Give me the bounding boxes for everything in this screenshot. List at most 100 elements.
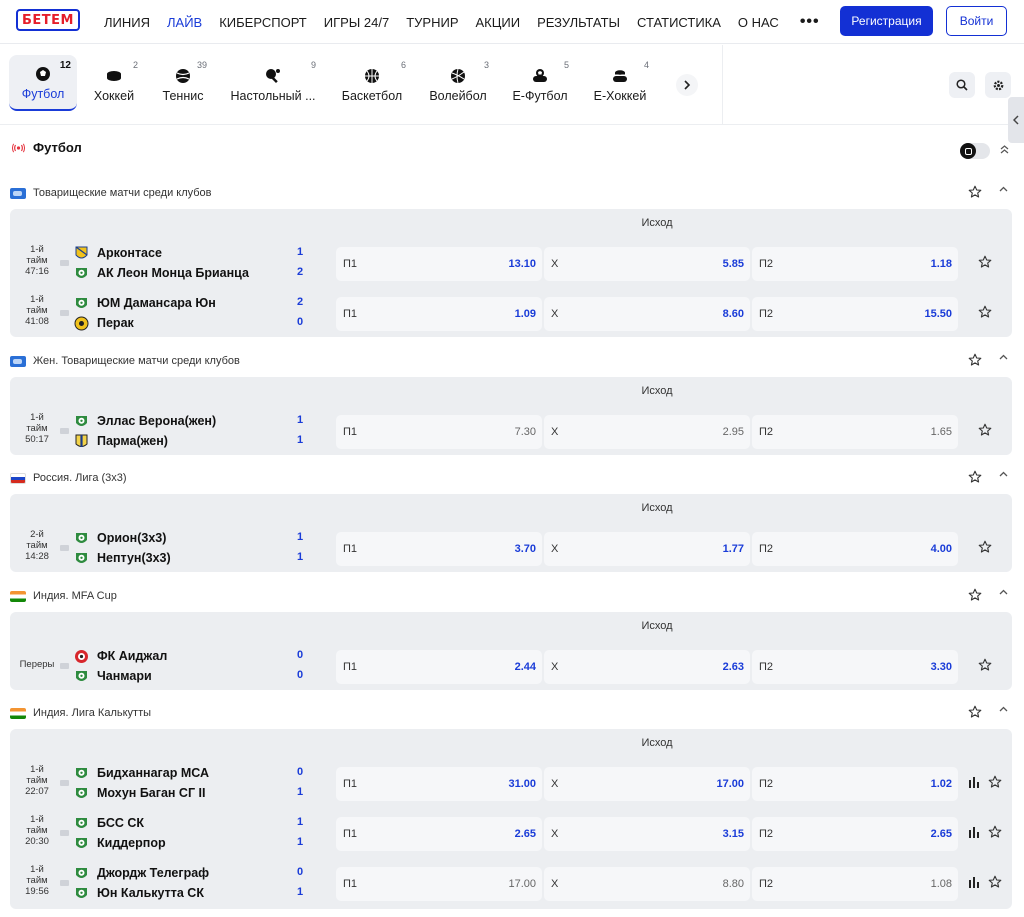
match-favorite-button[interactable] bbox=[988, 825, 1002, 842]
settings-button[interactable] bbox=[985, 72, 1011, 98]
nav-item-3[interactable]: ИГРЫ 24/7 bbox=[324, 15, 389, 30]
match-favorite-button[interactable] bbox=[978, 540, 992, 557]
search-button[interactable] bbox=[949, 72, 975, 98]
match-stats-button[interactable] bbox=[968, 776, 980, 791]
odd-p1-button[interactable]: П1 2.44 bbox=[336, 650, 542, 684]
sport-tab-3[interactable]: Настольный ... 9 bbox=[224, 55, 322, 111]
league-favorite-button[interactable] bbox=[968, 705, 982, 722]
odd-p2-button[interactable]: П2 1.02 bbox=[752, 767, 958, 801]
odd-x-button[interactable]: Х 8.80 bbox=[544, 867, 750, 901]
sport-tab-1[interactable]: Хоккей 2 bbox=[84, 55, 144, 111]
league-collapse-button[interactable] bbox=[999, 469, 1008, 480]
video-toggle[interactable] bbox=[960, 143, 990, 159]
odd-x-button[interactable]: Х 8.60 bbox=[544, 297, 750, 331]
league-collapse-button[interactable] bbox=[999, 704, 1008, 715]
league-favorite-button[interactable] bbox=[968, 353, 982, 370]
video-unavailable-icon bbox=[60, 780, 69, 786]
nav-item-0[interactable]: ЛИНИЯ bbox=[104, 15, 150, 30]
nav-item-4[interactable]: ТУРНИР bbox=[406, 15, 458, 30]
match-favorite-button[interactable] bbox=[978, 658, 992, 675]
register-button[interactable]: Регистрация bbox=[840, 6, 933, 36]
odd-p2-button[interactable]: П2 1.65 bbox=[752, 415, 958, 449]
odd-x-button[interactable]: Х 1.77 bbox=[544, 532, 750, 566]
collapse-section-button[interactable] bbox=[1000, 145, 1009, 157]
league-header[interactable]: Товарищеские матчи среди клубов bbox=[10, 184, 1014, 202]
nav-item-5[interactable]: АКЦИИ bbox=[476, 15, 521, 30]
match-row[interactable]: 1-й тайм 41:08 ЮМ Дамансара Юн Перак 2 0 П1 1.09… bbox=[10, 290, 1012, 338]
league-header[interactable]: Индия. Лига Калькутты bbox=[10, 704, 1014, 722]
sports-scroll-right-button[interactable] bbox=[676, 74, 698, 96]
sport-tab-6[interactable]: Е-Футбол 5 bbox=[505, 55, 575, 111]
league-header[interactable]: Индия. MFA Cup bbox=[10, 587, 1014, 605]
match-time-line: тайм bbox=[26, 875, 48, 886]
nav-item-6[interactable]: РЕЗУЛЬТАТЫ bbox=[537, 15, 620, 30]
league-collapse-button[interactable] bbox=[999, 352, 1008, 363]
odd-value: 8.80 bbox=[722, 878, 744, 890]
match-row[interactable]: 1-й тайм 50:17 Эллас Верона(жен) Парма(жен) 1… bbox=[10, 408, 1012, 456]
odd-label: Х bbox=[551, 778, 559, 790]
odd-x-button[interactable]: Х 2.63 bbox=[544, 650, 750, 684]
match-stats-button[interactable] bbox=[968, 826, 980, 841]
odd-x-button[interactable]: Х 2.95 bbox=[544, 415, 750, 449]
match-time-line: 1-й bbox=[30, 764, 44, 775]
league-name: Индия. MFA Cup bbox=[33, 590, 117, 602]
away-team: Перак bbox=[74, 314, 134, 332]
odd-p2-button[interactable]: П2 2.65 bbox=[752, 817, 958, 851]
odd-p2-button[interactable]: П2 3.30 bbox=[752, 650, 958, 684]
match-row[interactable]: 2-й тайм 14:28 Орион(3x3) Нептун(3x3) 1 1 П1 3.7… bbox=[10, 525, 1012, 573]
league-favorite-button[interactable] bbox=[968, 588, 982, 605]
odd-p2-button[interactable]: П2 1.08 bbox=[752, 867, 958, 901]
nav-item-1[interactable]: ЛАЙВ bbox=[167, 15, 202, 30]
match-stats-button[interactable] bbox=[968, 876, 980, 891]
match-time-line: 14:28 bbox=[25, 551, 49, 562]
match-favorite-button[interactable] bbox=[988, 775, 1002, 792]
away-team: Нептун(3x3) bbox=[74, 549, 171, 567]
match-favorite-button[interactable] bbox=[978, 305, 992, 322]
odd-p1-button[interactable]: П1 7.30 bbox=[336, 415, 542, 449]
league-header[interactable]: Жен. Товарищеские матчи среди клубов bbox=[10, 352, 1014, 370]
odd-p1-button[interactable]: П1 2.65 bbox=[336, 817, 542, 851]
sport-tab-0[interactable]: Футбол 12 bbox=[9, 55, 77, 111]
more-menu-button[interactable]: ••• bbox=[800, 13, 820, 31]
odd-x-button[interactable]: Х 3.15 bbox=[544, 817, 750, 851]
odd-p1-button[interactable]: П1 13.10 bbox=[336, 247, 542, 281]
match-row[interactable]: 1-й тайм 22:07 Бидханнагар МСА Мохун Баган С… bbox=[10, 760, 1012, 808]
league-collapse-button[interactable] bbox=[999, 587, 1008, 598]
match-favorite-button[interactable] bbox=[978, 255, 992, 272]
sport-tab-7[interactable]: Е-Хоккей 4 bbox=[585, 55, 655, 111]
odd-p1-button[interactable]: П1 17.00 bbox=[336, 867, 542, 901]
sport-tab-2[interactable]: Теннис 39 bbox=[153, 55, 213, 111]
match-row[interactable]: 1-й тайм 19:56 Джордж Телеграф Юн Калькутта … bbox=[10, 860, 1012, 908]
login-button[interactable]: Войти bbox=[946, 6, 1007, 36]
match-row[interactable]: 1-й тайм 20:30 БСС СК Киддерпор 1 1 П1 2.65 Х 3.15… bbox=[10, 810, 1012, 858]
odd-value: 17.00 bbox=[508, 878, 536, 890]
odd-p1-button[interactable]: П1 31.00 bbox=[336, 767, 542, 801]
main-nav: ЛИНИЯ ЛАЙВ КИБЕРСПОРТ ИГРЫ 24/7 ТУРНИР АКЦИИ Р… bbox=[104, 0, 820, 44]
odd-p1-button[interactable]: П1 3.70 bbox=[336, 532, 542, 566]
odd-x-button[interactable]: Х 17.00 bbox=[544, 767, 750, 801]
odd-p2-button[interactable]: П2 1.18 bbox=[752, 247, 958, 281]
nav-item-7[interactable]: СТАТИСТИКА bbox=[637, 15, 721, 30]
league-favorite-button[interactable] bbox=[968, 185, 982, 202]
odd-p2-button[interactable]: П2 4.00 bbox=[752, 532, 958, 566]
league-collapse-button[interactable] bbox=[999, 184, 1008, 195]
nav-item-2[interactable]: КИБЕРСПОРТ bbox=[219, 15, 307, 30]
brand-logo[interactable]: БЕТЕМ bbox=[16, 9, 80, 31]
match-row[interactable]: Переры ФК Аиджал Чанмари 0 0 П1 2.44 Х 2.63 П2 3.3… bbox=[10, 643, 1012, 691]
match-time-line: 19:56 bbox=[25, 886, 49, 897]
odd-x-button[interactable]: Х 5.85 bbox=[544, 247, 750, 281]
match-row[interactable]: 1-й тайм 47:16 Арконтасе АК Леон Монца Бриан… bbox=[10, 240, 1012, 288]
nav-item-8[interactable]: О НАС bbox=[738, 15, 779, 30]
odd-p2-button[interactable]: П2 15.50 bbox=[752, 297, 958, 331]
odd-p1-button[interactable]: П1 1.09 bbox=[336, 297, 542, 331]
match-time-line: 22:07 bbox=[25, 786, 49, 797]
match-favorite-button[interactable] bbox=[978, 423, 992, 440]
side-panel-toggle[interactable] bbox=[1008, 97, 1024, 143]
match-favorite-button[interactable] bbox=[988, 875, 1002, 892]
league-favorite-button[interactable] bbox=[968, 470, 982, 487]
sports-bar: Футбол 12 Хоккей 2 Теннис 39 Настольный ... 9 Ба… bbox=[0, 45, 1024, 125]
sport-tab-4[interactable]: Баскетбол 6 bbox=[332, 55, 412, 111]
league-header[interactable]: Россия. Лига (3x3) bbox=[10, 469, 1014, 487]
sport-tab-5[interactable]: Волейбол 3 bbox=[421, 55, 495, 111]
chevron-up-icon bbox=[999, 589, 1008, 595]
